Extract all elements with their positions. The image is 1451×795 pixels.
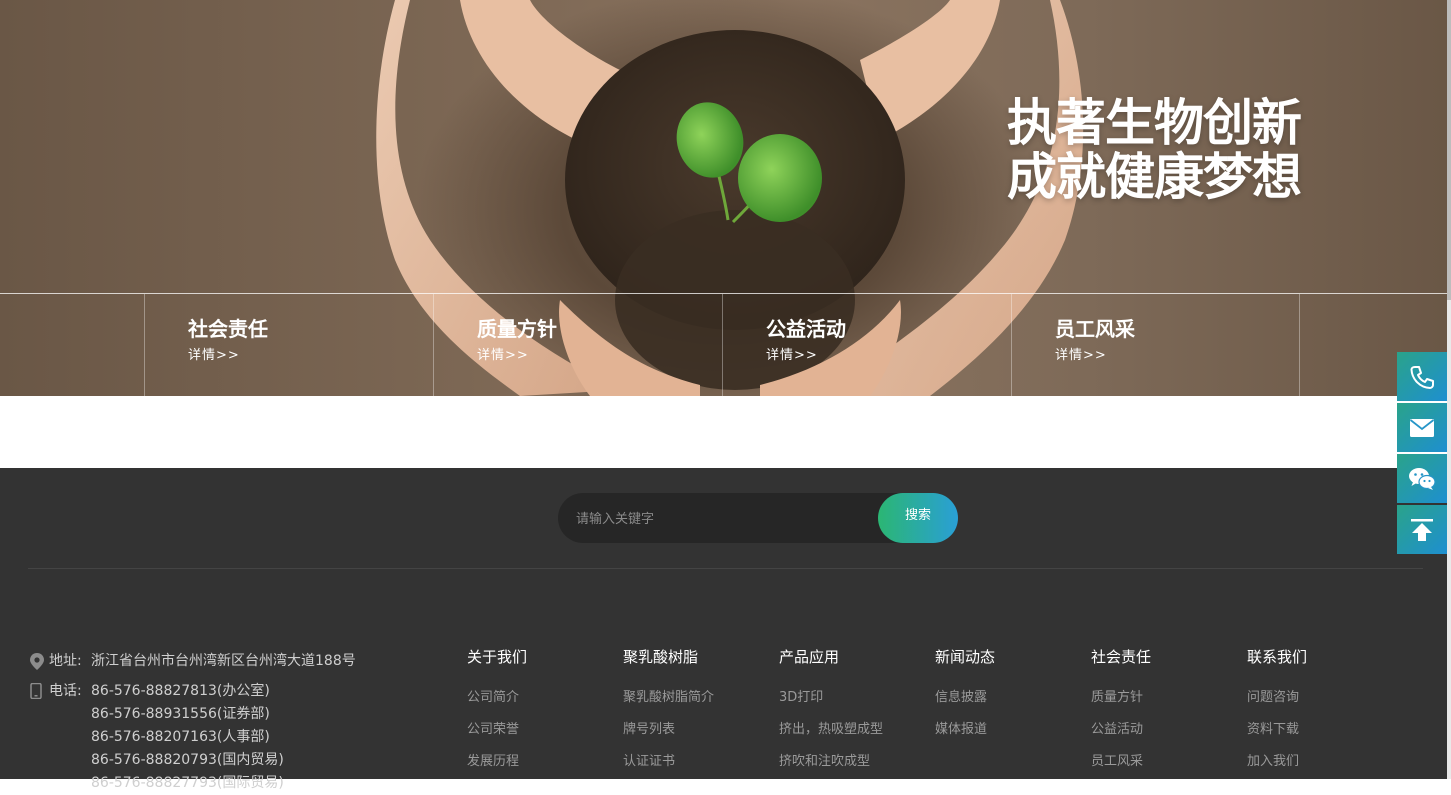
back-to-top-button[interactable] xyxy=(1397,505,1447,554)
footer-link[interactable]: 问题咨询 xyxy=(1247,689,1403,721)
footer-col-contact: 联系我们 问题咨询 资料下载 加入我们 xyxy=(1247,647,1403,785)
hero-link-title: 社会责任 xyxy=(188,317,268,341)
hero-link-staff[interactable]: 员工风采 详情>> xyxy=(1011,294,1300,396)
mobile-phone-icon xyxy=(30,682,42,707)
floating-contact-bar xyxy=(1397,352,1447,556)
hero-banner: 执著生物创新 成就健康梦想 社会责任 详情>> 质量方针 详情>> 公益活动 详… xyxy=(0,0,1447,396)
footer-divider xyxy=(28,568,1423,569)
footer-link[interactable]: 3D打印 xyxy=(779,689,935,721)
footer-link[interactable]: 牌号列表 xyxy=(623,721,779,753)
phone-list: 86-576-88827813(办公室) 86-576-88931556(证券部… xyxy=(91,680,284,795)
footer-link[interactable]: 公益活动 xyxy=(1091,721,1247,753)
phone-label: 电话: xyxy=(49,683,82,699)
search-input[interactable] xyxy=(574,493,878,545)
scrollbar-thumb[interactable] xyxy=(1447,0,1451,300)
footer-link[interactable]: 公司简介 xyxy=(467,689,623,721)
mail-icon xyxy=(1409,418,1435,437)
footer-link[interactable]: 发展历程 xyxy=(467,753,623,785)
hero-link-charity[interactable]: 公益活动 详情>> xyxy=(722,294,1011,396)
footer-col-applications: 产品应用 3D打印 挤出，热吸塑成型 挤吹和注吹成型 xyxy=(779,647,935,785)
footer-col-title[interactable]: 联系我们 xyxy=(1247,647,1403,667)
footer-link[interactable]: 挤吹和注吹成型 xyxy=(779,753,935,785)
phone-number: 86-576-88931556(证券部) xyxy=(91,706,270,722)
search-button[interactable]: 搜索 xyxy=(878,493,958,543)
footer-link[interactable]: 公司荣誉 xyxy=(467,721,623,753)
phone-icon xyxy=(1410,365,1434,389)
footer-link[interactable]: 媒体报道 xyxy=(935,721,1091,753)
phone-number: 86-576-88827793(国际贸易) xyxy=(91,775,284,791)
phone-number: 86-576-88207163(人事部) xyxy=(91,729,270,745)
hero-link-social-responsibility[interactable]: 社会责任 详情>> xyxy=(144,294,433,396)
footer-col-social: 社会责任 质量方针 公益活动 员工风采 xyxy=(1091,647,1247,785)
wechat-button[interactable] xyxy=(1397,454,1447,503)
hero-slogan: 执著生物创新 成就健康梦想 xyxy=(1007,94,1302,206)
footer-link[interactable]: 挤出，热吸塑成型 xyxy=(779,721,935,753)
footer-col-about: 关于我们 公司简介 公司荣誉 发展历程 xyxy=(467,647,623,785)
footer-link[interactable]: 质量方针 xyxy=(1091,689,1247,721)
hero-slogan-line-2: 成就健康梦想 xyxy=(1007,148,1302,206)
hero-link-quality-policy[interactable]: 质量方针 详情>> xyxy=(433,294,722,396)
footer-col-title[interactable]: 新闻动态 xyxy=(935,647,1091,667)
email-button[interactable] xyxy=(1397,403,1447,452)
hero-link-title: 员工风采 xyxy=(1055,317,1135,341)
phone-number: 86-576-88820793(国内贸易) xyxy=(91,752,284,768)
footer-link[interactable]: 认证证书 xyxy=(623,753,779,785)
hero-link-title: 公益活动 xyxy=(766,317,846,341)
back-to-top-icon xyxy=(1411,518,1433,541)
footer-search: 搜索 xyxy=(558,493,958,545)
hero-slogan-line-1: 执著生物创新 xyxy=(1007,94,1302,152)
footer-link[interactable]: 信息披露 xyxy=(935,689,1091,721)
footer-link[interactable]: 资料下载 xyxy=(1247,721,1403,753)
hero-link-title: 质量方针 xyxy=(477,317,557,341)
phone-number: 86-576-88827813(办公室) xyxy=(91,683,270,699)
footer-col-title[interactable]: 关于我们 xyxy=(467,647,623,667)
address-value: 浙江省台州市台州湾新区台州湾大道188号 xyxy=(91,653,356,669)
address-label: 地址: xyxy=(49,653,82,669)
hero-link-detail[interactable]: 详情>> xyxy=(1055,346,1299,366)
location-pin-icon xyxy=(30,653,44,678)
footer-nav: 关于我们 公司简介 公司荣誉 发展历程 聚乳酸树脂 聚乳酸树脂简介 牌号列表 认… xyxy=(467,647,1403,785)
phone-button[interactable] xyxy=(1397,352,1447,401)
hero-link-detail[interactable]: 详情>> xyxy=(188,346,433,366)
footer-col-pla-resin: 聚乳酸树脂 聚乳酸树脂简介 牌号列表 认证证书 xyxy=(623,647,779,785)
footer-col-title[interactable]: 聚乳酸树脂 xyxy=(623,647,779,667)
site-footer: 搜索 地址: 浙江省台州市台州湾新区台州湾大道188号 电话: xyxy=(0,468,1451,791)
wechat-icon xyxy=(1409,467,1436,490)
hero-quick-links: 社会责任 详情>> 质量方针 详情>> 公益活动 详情>> 员工风采 详情>> xyxy=(144,294,1300,396)
footer-col-title[interactable]: 社会责任 xyxy=(1091,647,1247,667)
footer-col-title[interactable]: 产品应用 xyxy=(779,647,935,667)
footer-col-news: 新闻动态 信息披露 媒体报道 xyxy=(935,647,1091,785)
footer-link[interactable]: 聚乳酸树脂简介 xyxy=(623,689,779,721)
hero-link-detail[interactable]: 详情>> xyxy=(766,346,1011,366)
footer-link[interactable]: 员工风采 xyxy=(1091,753,1247,785)
hero-link-detail[interactable]: 详情>> xyxy=(477,346,722,366)
footer-link[interactable]: 加入我们 xyxy=(1247,753,1403,785)
